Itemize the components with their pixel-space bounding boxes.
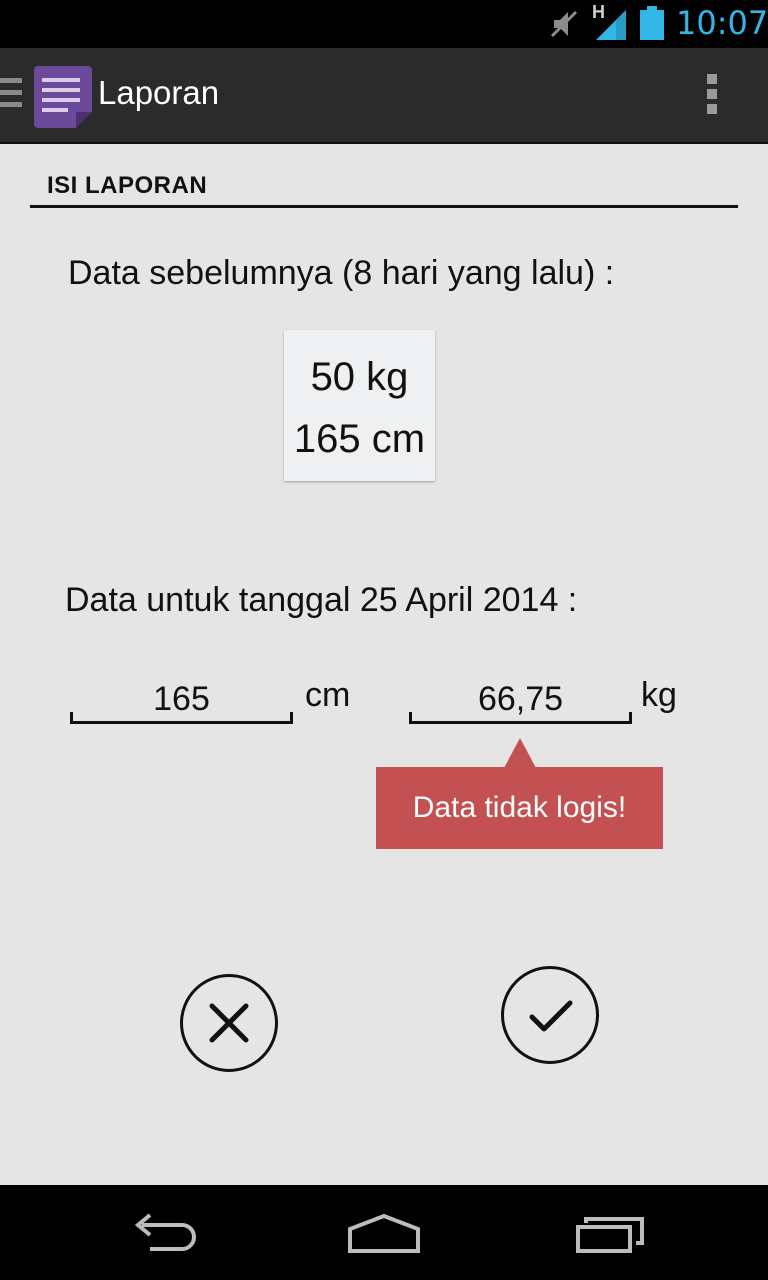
section-title: ISI LAPORAN — [47, 172, 208, 199]
network-type-label: H — [592, 2, 605, 22]
current-data-label: Data untuk tanggal 25 April 2014 : — [65, 581, 578, 619]
status-bar: H 10:07 — [0, 0, 768, 48]
error-message: Data tidak logis! — [376, 767, 663, 849]
back-icon[interactable] — [120, 1185, 200, 1280]
clock: 10:07 — [676, 4, 768, 42]
tooltip-arrow — [504, 738, 536, 768]
previous-weight: 50 kg — [310, 355, 409, 399]
height-value: 165 — [153, 680, 210, 718]
cancel-button[interactable] — [180, 974, 278, 1072]
drawer-icon[interactable] — [0, 78, 22, 114]
height-input[interactable]: 165 — [70, 676, 293, 724]
app-title: Laporan — [98, 74, 220, 111]
battery-icon — [640, 6, 664, 40]
previous-data-label: Data sebelumnya (8 hari yang lalu) : — [68, 254, 615, 292]
error-tooltip: Data tidak logis! — [376, 738, 663, 849]
previous-data-card: 50 kg 165 cm — [284, 330, 435, 481]
confirm-button[interactable] — [501, 966, 599, 1064]
check-icon — [529, 1000, 573, 1032]
navigation-bar — [0, 1185, 768, 1280]
previous-height: 165 cm — [293, 417, 426, 461]
mute-icon — [550, 10, 578, 38]
overflow-menu-icon[interactable] — [700, 74, 724, 120]
recent-apps-icon[interactable] — [570, 1185, 650, 1280]
weight-value: 66,75 — [477, 680, 564, 718]
close-icon — [209, 1003, 249, 1043]
report-icon[interactable] — [30, 64, 94, 130]
action-bar: Laporan — [0, 48, 768, 144]
home-icon[interactable] — [342, 1185, 426, 1280]
weight-input[interactable]: 66,75 — [409, 676, 632, 724]
height-unit: cm — [305, 676, 351, 714]
weight-unit: kg — [641, 676, 677, 714]
signal-icon: H — [590, 2, 630, 47]
section-divider — [30, 205, 738, 208]
